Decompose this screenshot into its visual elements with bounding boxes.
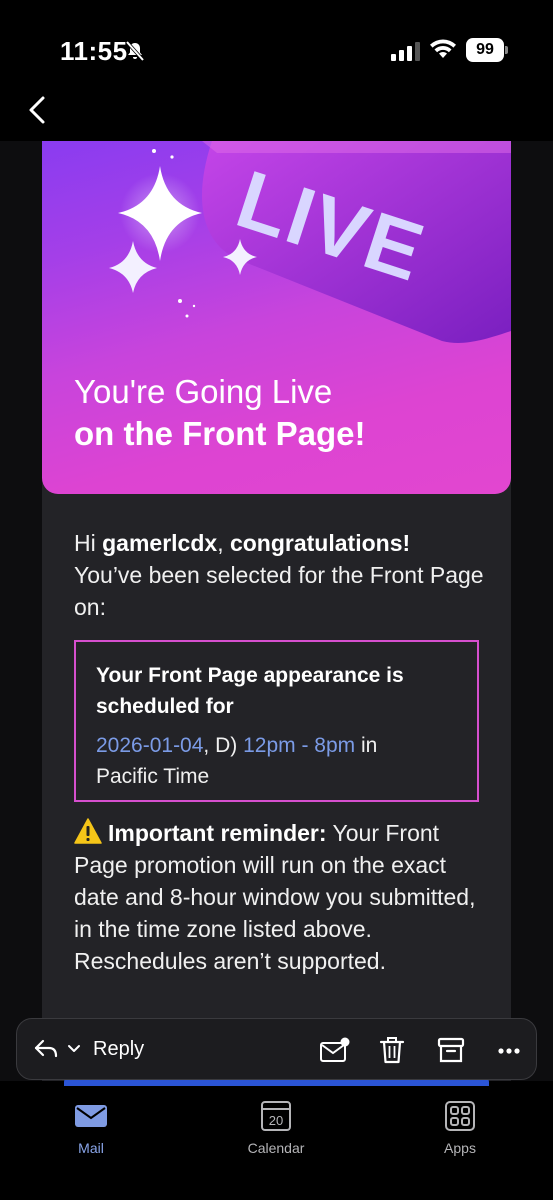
bottom-tab-bar: Mail 20 Calendar Apps xyxy=(0,1086,553,1200)
reply-arrow-icon[interactable] xyxy=(33,1037,59,1061)
hero-title-line2: on the Front Page! xyxy=(74,415,366,452)
tab-mail[interactable]: Mail xyxy=(36,1100,146,1170)
reminder-paragraph: Important reminder: Your Front Page prom… xyxy=(74,817,494,977)
hero-title: You're Going Live on the Front Page! xyxy=(74,371,366,455)
warning-icon xyxy=(74,818,102,844)
reply-button[interactable]: Reply xyxy=(93,1038,144,1061)
navigation-bar xyxy=(0,95,553,141)
schedule-separator: , D) xyxy=(203,734,244,757)
greeting-hi: Hi xyxy=(74,530,103,556)
mark-unread-icon[interactable] xyxy=(319,1036,351,1064)
bell-slash-icon xyxy=(125,40,145,62)
tab-calendar-label: Calendar xyxy=(247,1140,305,1156)
hero-banner: LIVE You're Going Live on the Front Page… xyxy=(42,141,511,494)
mail-icon xyxy=(75,1105,107,1127)
reminder-label: Important reminder: xyxy=(108,820,327,846)
tab-mail-label: Mail xyxy=(78,1140,104,1156)
trash-icon[interactable] xyxy=(379,1035,405,1065)
greeting-paragraph: Hi gamerlcdx, congratulations! You’ve be… xyxy=(74,527,494,623)
greeting-body: You’ve been selected for the Front Page … xyxy=(74,562,484,620)
email-card: LIVE You're Going Live on the Front Page… xyxy=(42,141,511,1081)
back-chevron-icon[interactable] xyxy=(24,95,54,125)
greeting-congrats: congratulations! xyxy=(229,530,411,556)
hero-title-line1: You're Going Live xyxy=(74,373,333,410)
battery-tip xyxy=(505,46,508,54)
email-body-scroll[interactable]: LIVE You're Going Live on the Front Page… xyxy=(0,141,553,1081)
wifi-icon xyxy=(430,39,456,58)
status-time: 11:55 xyxy=(60,36,128,66)
tab-calendar[interactable]: 20 Calendar xyxy=(221,1100,331,1170)
calendar-day: 20 xyxy=(269,1113,283,1128)
archive-icon[interactable] xyxy=(437,1036,465,1064)
greeting-username: gamerlcdx xyxy=(102,530,218,556)
more-icon[interactable] xyxy=(497,1047,521,1055)
cellular-signal-icon xyxy=(391,42,420,61)
tab-apps[interactable]: Apps xyxy=(405,1100,515,1170)
apps-grid-icon xyxy=(445,1101,475,1131)
greeting-comma: , xyxy=(217,530,230,556)
schedule-heading: Your Front Page appearance is scheduled … xyxy=(96,664,404,718)
schedule-timezone: Pacific Time xyxy=(96,765,210,788)
tab-apps-label: Apps xyxy=(444,1140,476,1156)
chevron-down-icon[interactable] xyxy=(67,1043,81,1055)
reply-toolbar: Reply xyxy=(16,1018,537,1080)
schedule-box: Your Front Page appearance is scheduled … xyxy=(74,640,479,802)
schedule-in: in xyxy=(355,734,378,757)
schedule-details: 2026-01-04, D) 12pm - 8pm in Pacific Tim… xyxy=(96,730,457,792)
schedule-time-link[interactable]: 12pm - 8pm xyxy=(243,734,355,757)
live-sparkles-illustration: LIVE xyxy=(109,141,511,343)
status-bar: 11:55 99 xyxy=(0,0,553,95)
calendar-icon: 20 xyxy=(261,1101,291,1131)
battery-level: 99 xyxy=(466,38,504,62)
battery-indicator: 99 xyxy=(466,38,508,62)
schedule-date-link[interactable]: 2026-01-04 xyxy=(96,734,203,757)
